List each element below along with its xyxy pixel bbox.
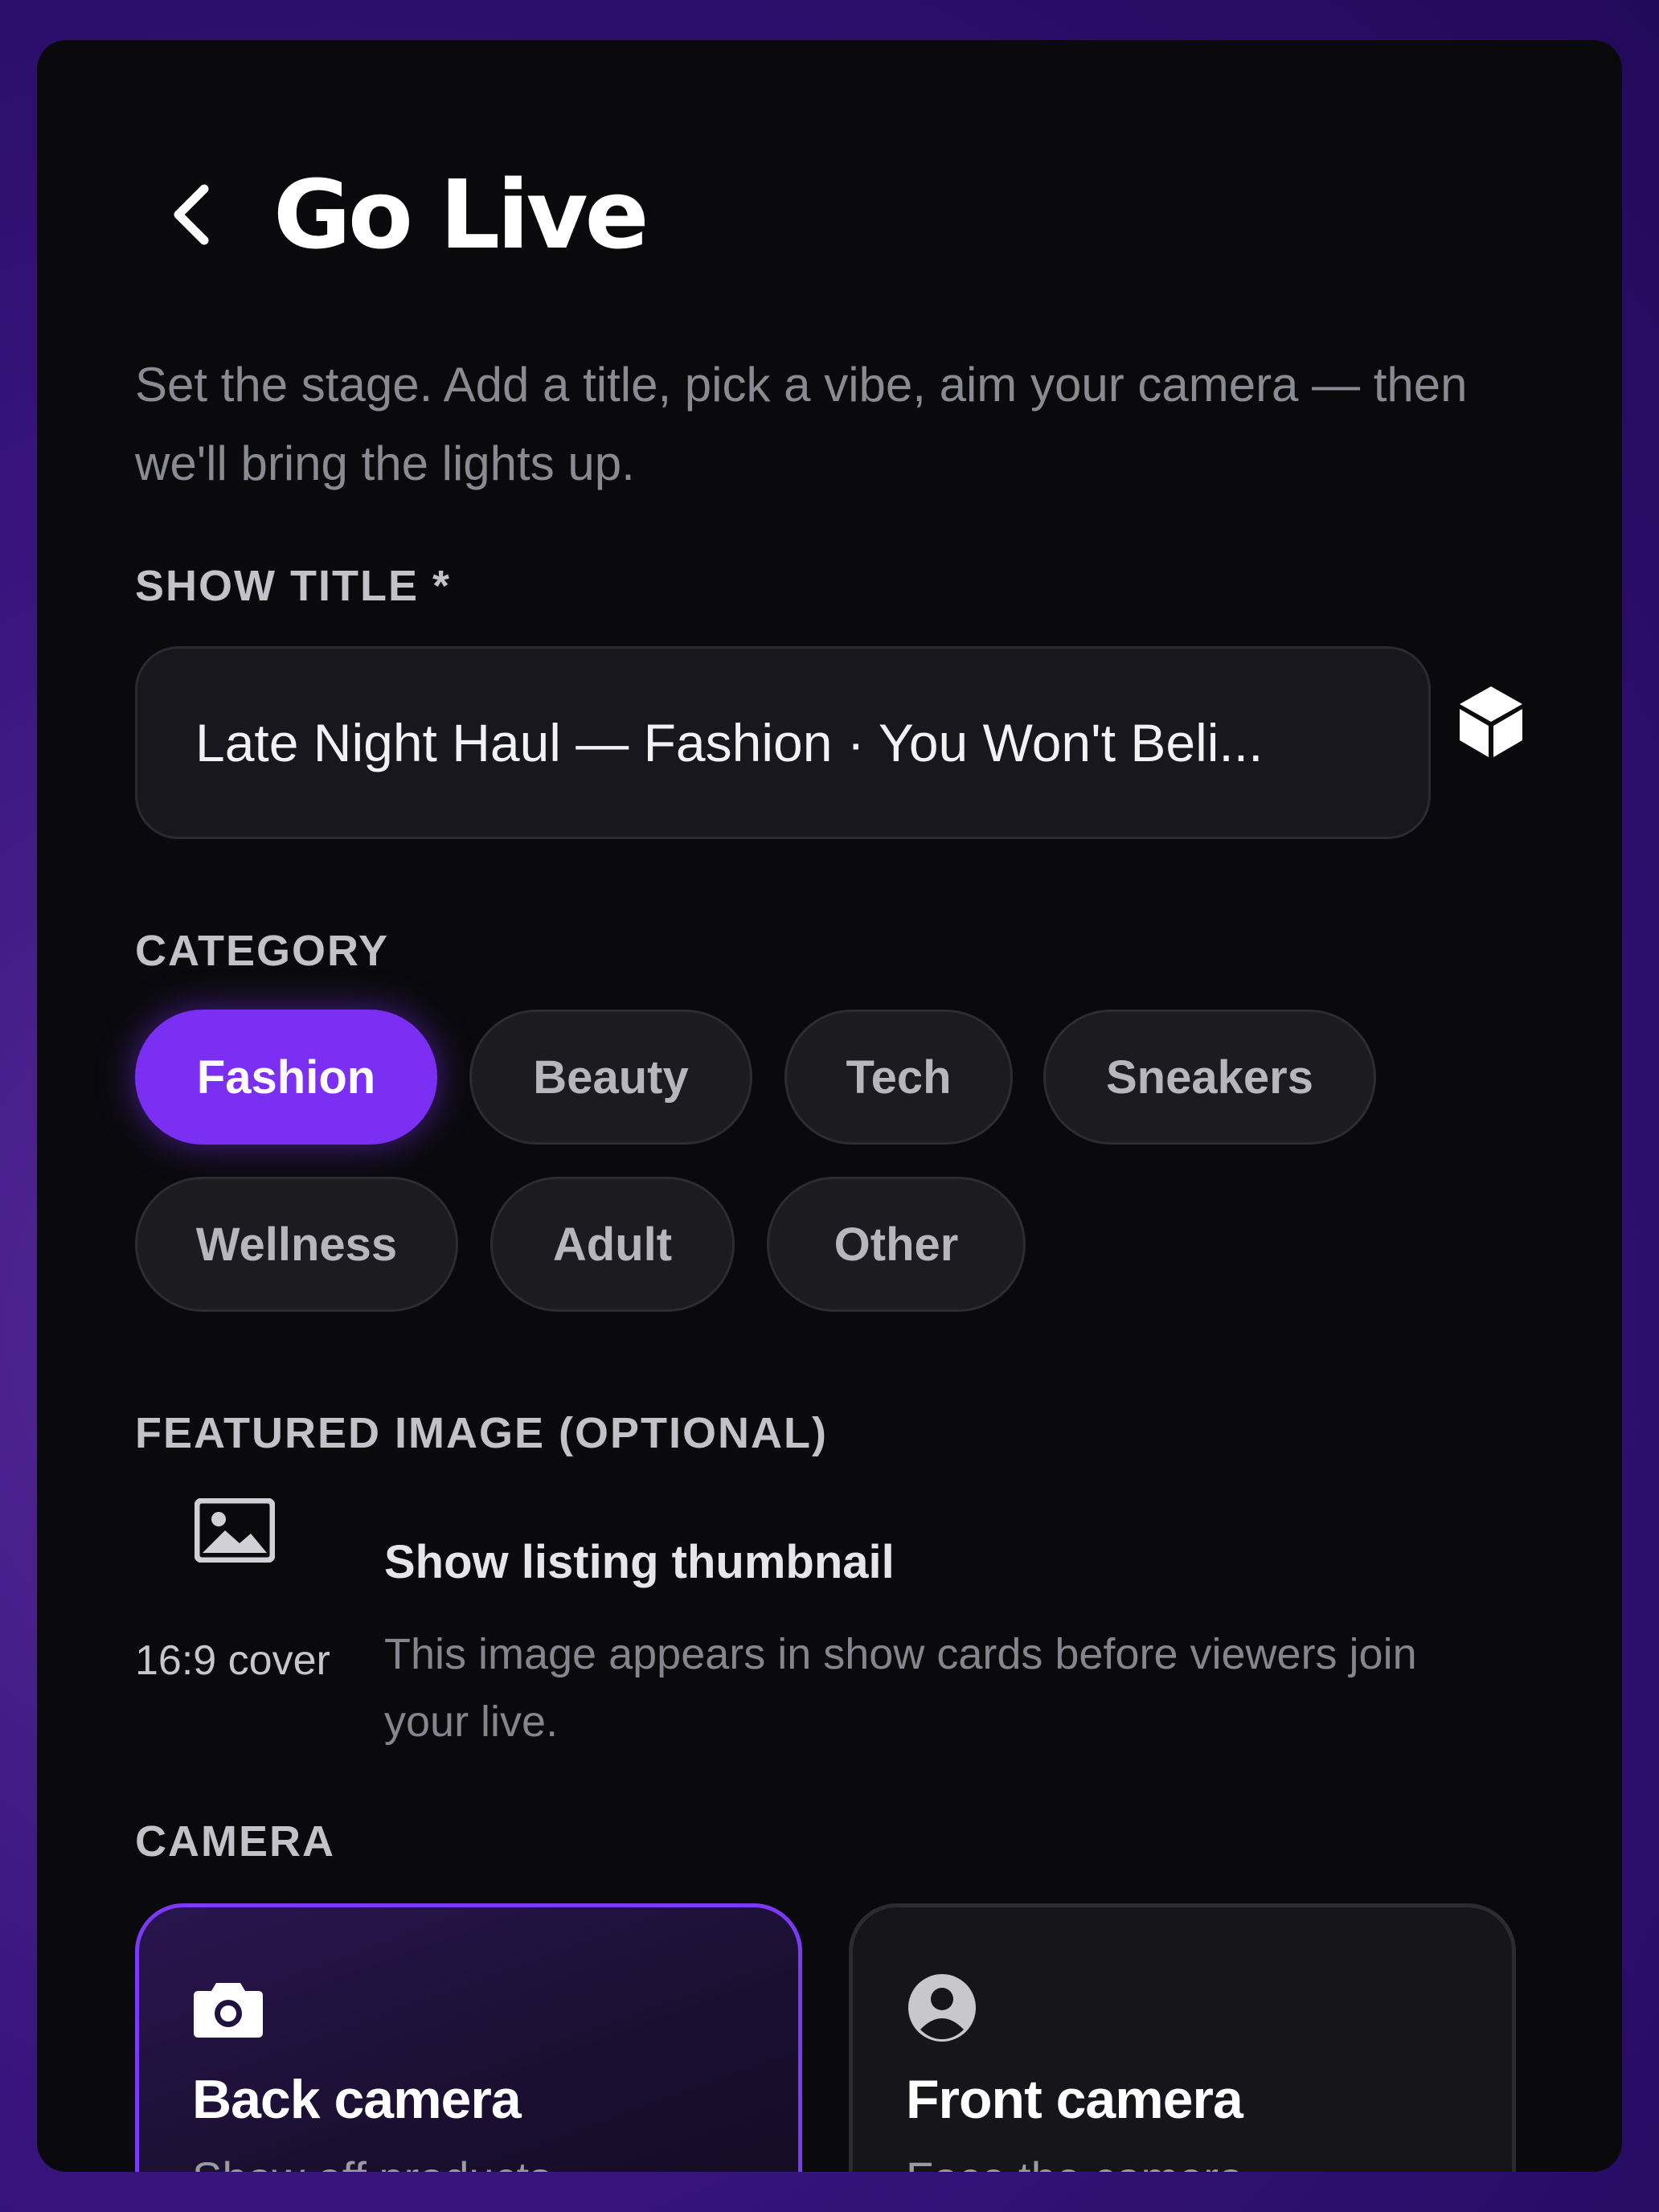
chip-tech[interactable]: Tech	[784, 1010, 1013, 1145]
chip-fashion[interactable]: Fashion	[135, 1010, 437, 1145]
page-title: Go Live	[273, 159, 649, 270]
show-title-label: SHOW TITLE *	[135, 562, 451, 610]
chip-other[interactable]: Other	[767, 1177, 1026, 1312]
front-camera-option[interactable]: Front camera Face the camera	[849, 1903, 1516, 2172]
go-live-panel: Go Live Set the stage. Add a title, pick…	[37, 40, 1622, 2172]
back-camera-subtitle: Show off products	[192, 2152, 551, 2172]
category-label: CATEGORY	[135, 927, 390, 975]
back-button[interactable]	[169, 178, 225, 251]
camera-label: CAMERA	[135, 1817, 335, 1866]
header: Go Live	[169, 159, 649, 270]
featured-image-description: This image appears in show cards before …	[384, 1630, 1417, 1746]
chip-adult[interactable]: Adult	[490, 1177, 735, 1312]
person-icon	[908, 1974, 976, 2042]
camera-icon	[194, 1983, 263, 2038]
chevron-left-icon	[174, 184, 209, 245]
intro-text: Set the stage. Add a title, pick a vibe,…	[135, 358, 1468, 490]
randomize-title-button[interactable]	[1456, 683, 1526, 760]
front-camera-title: Front camera	[906, 2069, 1243, 2130]
image-icon	[194, 1497, 276, 1563]
back-camera-option[interactable]: Back camera Show off products	[135, 1903, 802, 2172]
dice-icon	[1460, 686, 1522, 757]
chip-beauty[interactable]: Beauty	[469, 1010, 752, 1145]
front-camera-subtitle: Face the camera	[906, 2152, 1243, 2172]
back-camera-title: Back camera	[192, 2069, 522, 2130]
show-title-input[interactable]: Late Night Haul — Fashion · You Won't Be…	[135, 646, 1431, 839]
featured-image-label: FEATURED IMAGE (OPTIONAL)	[135, 1409, 828, 1457]
featured-image-picker[interactable]	[194, 1497, 276, 1563]
featured-image-caption: 16:9 cover	[135, 1637, 330, 1684]
chip-sneakers[interactable]: Sneakers	[1043, 1010, 1376, 1145]
chip-wellness[interactable]: Wellness	[135, 1177, 458, 1312]
featured-image-title: Show listing thumbnail	[384, 1536, 895, 1588]
